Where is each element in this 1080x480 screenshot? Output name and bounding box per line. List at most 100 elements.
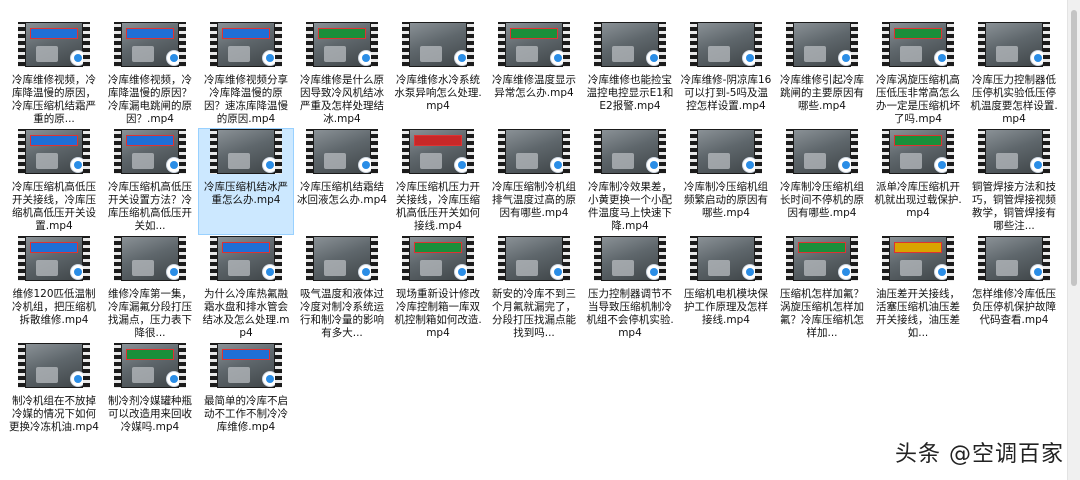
video-file-icon	[690, 22, 762, 67]
thumbnail-scene	[996, 46, 1018, 62]
file-item[interactable]: 冷库压缩机高低压开关接线，冷库压缩机高低压开关设置.mp4	[7, 129, 101, 234]
edge-app-icon	[647, 265, 661, 279]
file-item[interactable]: 冷库维修引起冷库跳闸的主要原因有哪些.mp4	[775, 22, 869, 127]
edge-app-icon	[1031, 51, 1045, 65]
file-item[interactable]: 冷库压缩机压力开关接线，冷库压缩机高低压开关如何接线.mp4	[391, 129, 485, 234]
file-item[interactable]: 派单冷库压缩机开机就出现过载保护.mp4	[871, 129, 965, 234]
video-file-icon	[594, 236, 666, 281]
edge-app-icon	[743, 51, 757, 65]
file-item[interactable]: 冷库维修视频，冷库降温慢的原因，冷库压缩机结霜严重的原...	[7, 22, 101, 127]
video-file-icon	[18, 22, 90, 67]
video-file-icon	[210, 343, 282, 388]
file-item[interactable]: 冷库压缩机结霜结冰回液怎么办.mp4	[295, 129, 389, 234]
file-item[interactable]: 维修120匹低温制冷机组，把压缩机拆散维修.mp4	[7, 236, 101, 341]
thumbnail-scene	[708, 153, 730, 169]
file-item[interactable]: 冷库涡旋压缩机高压低压非常高怎么办一定是压缩机坏了吗.mp4	[871, 22, 965, 127]
edge-app-icon	[455, 265, 469, 279]
edge-app-icon	[839, 265, 853, 279]
thumbnail-scene	[612, 46, 634, 62]
file-name-label: 冷库压缩机结冰严重怎么办.mp4	[204, 181, 288, 206]
file-item[interactable]: 维修冷库第一集，冷库漏氟分段打压找漏点，压力表下降很...	[103, 236, 197, 341]
file-name-label: 冷库维修-阴凉库16可以打到-5吗及温控怎样设置.mp4	[680, 74, 772, 112]
edge-app-icon	[263, 51, 277, 65]
file-item[interactable]: 冷库维修-阴凉库16可以打到-5吗及温控怎样设置.mp4	[679, 22, 773, 127]
file-name-label: 冷库维修水冷系统水泵异响怎么处理.mp4	[394, 74, 482, 112]
file-item[interactable]: 冷库维修也能捡宝温控电控显示E1和E2报警.mp4	[583, 22, 677, 127]
thumbnail-banner	[30, 28, 78, 39]
video-file-icon	[786, 22, 858, 67]
thumbnail-banner	[126, 135, 174, 146]
file-name-label: 冷库维修也能捡宝温控电控显示E1和E2报警.mp4	[586, 74, 674, 112]
file-item[interactable]: 制冷机组在不放掉冷媒的情况下如何更换冷冻机油.mp4	[7, 343, 101, 448]
file-item[interactable]: 冷库维修是什么原因导致冷风机结冰严重及怎样处理结冰.mp4	[295, 22, 389, 127]
edge-app-icon	[935, 51, 949, 65]
thumbnail-scene	[612, 153, 634, 169]
video-file-icon	[210, 22, 282, 67]
edge-app-icon	[263, 372, 277, 386]
edge-app-icon	[359, 158, 373, 172]
file-name-label: 冷库制冷效果差，小黄更换一个小配件温度马上快速下降.mp4	[588, 181, 672, 232]
thumbnail-scene	[36, 260, 58, 276]
file-item[interactable]: 压缩机怎样加氟？涡旋压缩机怎样加氟？冷库压缩机怎样加...	[775, 236, 869, 341]
edge-app-icon	[455, 51, 469, 65]
video-file-icon	[690, 129, 762, 174]
file-item[interactable]: 冷库压缩机结冰严重怎么办.mp4	[198, 128, 294, 235]
thumbnail-scene	[324, 153, 346, 169]
file-item[interactable]: 冷库维修视频，冷库降温慢的原因？冷库漏电跳闸的原因？.mp4	[103, 22, 197, 127]
file-item[interactable]: 冷库压力控制器低压停机实验低压停机温度要怎样设置.mp4	[967, 22, 1061, 127]
file-item[interactable]: 冷库制冷压缩机组长时间不停机的原因有哪些.mp4	[775, 129, 869, 234]
file-item[interactable]: 油压差开关接线，活塞压缩机油压差开关接线，油压差如...	[871, 236, 965, 341]
thumbnail-scene	[132, 153, 154, 169]
edge-app-icon	[455, 158, 469, 172]
file-grid: 冷库维修视频，冷库降温慢的原因，冷库压缩机结霜严重的原... 冷库维修视频，冷库降…	[7, 22, 1058, 448]
edge-app-icon	[839, 158, 853, 172]
video-file-icon	[882, 236, 954, 281]
thumbnail-scene	[36, 46, 58, 62]
file-item[interactable]: 冷库维修视频分享冷库降温慢的原因？速冻库降温慢的原因.mp4	[199, 22, 293, 127]
file-item[interactable]: 压缩机电机模块保护工作原理及怎样接线.mp4	[679, 236, 773, 341]
edge-app-icon	[71, 158, 85, 172]
thumbnail-banner	[894, 28, 942, 39]
file-item[interactable]: 冷库维修水冷系统水泵异响怎么处理.mp4	[391, 22, 485, 127]
video-file-icon	[690, 236, 762, 281]
thumbnail-scene	[708, 260, 730, 276]
file-item[interactable]: 怎样维修冷库低压负压停机保护故障代码查看.mp4	[967, 236, 1061, 341]
thumbnail-scene	[420, 153, 442, 169]
file-item[interactable]: 冷库压缩制冷机组排气温度过高的原因有哪些.mp4	[487, 129, 581, 234]
file-name-label: 铜管焊接方法和技巧，铜管焊接视频教学，铜管焊接有哪些注...	[972, 181, 1056, 232]
thumbnail-scene	[132, 367, 154, 383]
thumbnail-scene	[516, 46, 538, 62]
edge-app-icon	[935, 265, 949, 279]
vertical-scrollbar[interactable]	[1067, 0, 1080, 480]
thumbnail-scene	[228, 260, 250, 276]
video-file-icon	[18, 236, 90, 281]
file-item[interactable]: 吸气温度和液体过冷度对制冷系统运行和制冷量的影响有多大...	[295, 236, 389, 341]
file-name-label: 维修120匹低温制冷机组，把压缩机拆散维修.mp4	[12, 288, 96, 326]
file-item[interactable]: 冷库维修温度显示异常怎么办.mp4	[487, 22, 581, 127]
file-item[interactable]: 冷库压缩机高低压开关设置方法？冷库压缩机高低压开关如...	[103, 129, 197, 234]
video-file-icon	[402, 22, 474, 67]
file-item[interactable]: 现场重新设计修改冷库控制箱一库双机控制箱如何改造.mp4	[391, 236, 485, 341]
scrollbar-thumb[interactable]	[1071, 10, 1077, 286]
thumbnail-scene	[708, 46, 730, 62]
file-name-label: 吸气温度和液体过冷度对制冷系统运行和制冷量的影响有多大...	[300, 288, 384, 339]
file-item[interactable]: 制冷剂冷媒罐种瓶可以改造用来回收冷媒吗.mp4	[103, 343, 197, 448]
file-item[interactable]: 冷库制冷效果差，小黄更换一个小配件温度马上快速下降.mp4	[583, 129, 677, 234]
edge-app-icon	[551, 265, 565, 279]
file-item[interactable]: 铜管焊接方法和技巧，铜管焊接视频教学，铜管焊接有哪些注...	[967, 129, 1061, 234]
thumbnail-banner	[798, 242, 846, 253]
edge-app-icon	[359, 51, 373, 65]
file-item[interactable]: 最简单的冷库不启动不工作不制冷冷库维修.mp4	[199, 343, 293, 448]
thumbnail-scene	[804, 260, 826, 276]
file-item[interactable]: 为什么冷库热氟融霜水盘和排水管会结冰及怎么处理.mp4	[199, 236, 293, 341]
file-item[interactable]: 冷库制冷压缩机组频繁启动的原因有哪些.mp4	[679, 129, 773, 234]
file-item[interactable]: 新安的冷库不到三个月氟就漏完了，分段打压找漏点能找到吗...	[487, 236, 581, 341]
file-item[interactable]: 压力控制器调节不当导致压缩机制冷机组不会停机实验.mp4	[583, 236, 677, 341]
video-file-icon	[594, 129, 666, 174]
edge-app-icon	[743, 158, 757, 172]
video-file-icon	[114, 129, 186, 174]
file-name-label: 冷库压缩机压力开关接线，冷库压缩机高低压开关如何接线.mp4	[396, 181, 480, 232]
edge-app-icon	[647, 51, 661, 65]
file-name-label: 怎样维修冷库低压负压停机保护故障代码查看.mp4	[972, 288, 1056, 326]
thumbnail-scene	[996, 260, 1018, 276]
